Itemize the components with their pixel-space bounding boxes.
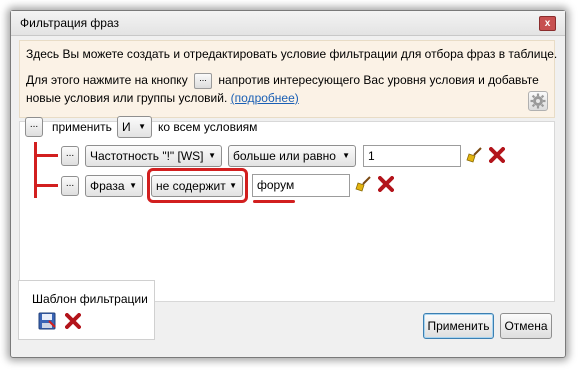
root-apply-label: применить [52,120,112,134]
condition-1-field-select[interactable]: Частотность "!" [WS] ▼ [85,145,222,167]
info-panel: Здесь Вы можете создать и отредактироват… [19,40,558,118]
tree-connector [34,142,37,198]
more-link[interactable]: (подробнее) [231,91,299,105]
apply-button[interactable]: Применить [423,313,494,339]
condition-2-operator-select[interactable]: не содержит ▼ [151,175,243,197]
delete-icon[interactable] [489,147,505,163]
condition-1-add-button[interactable]: ... [61,146,79,166]
condition-1-value: 1 [368,149,375,163]
chevron-down-icon: ▼ [229,181,237,190]
ellipsis-sample-button: ... [194,73,213,89]
save-template-icon[interactable] [38,312,56,330]
condition-2-value-input[interactable]: форум [252,174,350,197]
condition-2-field-select[interactable]: Фраза ▼ [85,175,143,197]
root-add-button[interactable]: ... [25,117,43,137]
gear-icon [530,93,546,109]
chevron-down-icon: ▼ [138,122,146,131]
condition-2-value: форум [257,178,295,192]
info-text-3: новые условия или группы условий. [26,91,228,105]
condition-1-operator-value: больше или равно [233,149,336,163]
root-suffix-label: ко всем условиям [158,120,258,134]
info-line-2: Для этого нажмите на кнопку ... напротив… [26,73,539,89]
template-panel [18,280,155,340]
title-bar: Фильтрация фраз x [11,11,565,36]
delete-icon[interactable] [378,176,394,192]
info-line-1: Здесь Вы можете создать и отредактироват… [26,47,558,61]
window-title: Фильтрация фраз [20,16,119,30]
close-icon: x [544,18,551,29]
tree-branch-1 [34,154,58,157]
condition-1-value-input[interactable]: 1 [363,145,461,167]
cancel-button[interactable]: Отмена [500,313,552,339]
broom-icon[interactable] [465,146,485,164]
chevron-down-icon: ▼ [208,151,216,160]
chevron-down-icon: ▼ [129,181,137,190]
broom-icon[interactable] [354,175,374,193]
template-label: Шаблон фильтрации [32,292,148,306]
info-text-after: напротив интересующего Вас уровня услови… [218,73,539,88]
tree-branch-2 [34,184,58,187]
root-operator-select[interactable]: И ▼ [117,116,152,138]
condition-2-operator-value: не содержит [156,179,226,193]
close-button[interactable]: x [539,16,556,31]
condition-2-field-value: Фраза [90,179,125,193]
condition-1-field-value: Частотность "!" [WS] [90,149,204,163]
condition-1-operator-select[interactable]: больше или равно ▼ [228,145,356,167]
settings-button[interactable] [528,91,548,111]
info-text-before: Для этого нажмите на кнопку [26,73,188,88]
chevron-down-icon: ▼ [342,151,350,160]
value-underline [253,200,295,203]
info-line-3: новые условия или группы условий. (подро… [26,91,299,105]
condition-2-add-button[interactable]: ... [61,176,79,196]
root-operator-value: И [122,120,131,134]
delete-icon[interactable] [65,313,81,329]
